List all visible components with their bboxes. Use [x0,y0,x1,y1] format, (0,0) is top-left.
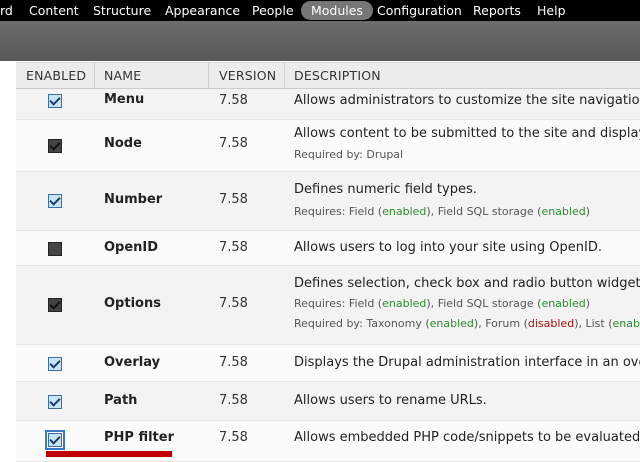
module-version: 7.58 [219,393,248,408]
module-version: 7.58 [219,430,248,445]
menu-item-help[interactable]: Help [537,0,566,21]
enable-checkbox [48,298,62,312]
module-name: Options [104,296,161,311]
enable-checkbox [48,139,62,153]
menu-item-modules[interactable]: Modules [301,1,373,20]
menu-item-reports[interactable]: Reports [473,0,521,21]
required-by: Required by: Drupal [294,148,404,161]
enable-checkbox[interactable] [48,94,62,108]
module-name: Node [104,136,142,151]
module-description: Allows users to log into your site using… [294,240,602,255]
overlay-header-band [0,21,640,61]
module-version: 7.58 [219,93,248,108]
module-description: Defines numeric field types. [294,182,477,197]
table-row-number: Number 7.58 Defines numeric field types.… [16,172,640,231]
required-by: Required by: Taxonomy (enabled), Forum (… [294,317,640,330]
module-version: 7.58 [219,296,248,311]
module-description: Displays the Drupal administration inter… [294,355,640,370]
table-row-path: Path 7.58 Allows users to rename URLs. [16,382,640,421]
table-row-node: Node 7.58 Allows content to be submitted… [16,120,640,172]
requires: Requires: Field (enabled), Field SQL sto… [294,205,591,218]
enable-checkbox [48,242,62,256]
menu-item-dashboard[interactable]: rd [0,0,13,21]
module-name: Path [104,393,138,408]
module-version: 7.58 [219,192,248,207]
module-name: Menu [104,92,145,107]
module-description: Defines selection, check box and radio b… [294,276,640,291]
enable-checkbox[interactable] [48,194,62,208]
modules-content: ENABLED NAME VERSION DESCRIPTION Menu 7.… [0,61,640,462]
col-header-version: VERSION [208,63,276,88]
table-row-options: Options 7.58 Defines selection, check bo… [16,266,640,345]
module-name: Number [104,192,163,207]
module-version: 7.58 [219,355,248,370]
module-name: OpenID [104,240,159,255]
col-header-enabled: ENABLED [26,68,87,83]
table-row-menu: Menu 7.58 Allows administrators to custo… [16,89,640,120]
requires: Requires: Field (enabled), Field SQL sto… [294,297,591,310]
module-name: Overlay [104,355,161,370]
menu-item-configuration[interactable]: Configuration [377,0,462,21]
highlight-underline [46,451,172,457]
admin-toolbar: rd Content Structure Appearance People M… [0,0,640,21]
modules-table: ENABLED NAME VERSION DESCRIPTION Menu 7.… [16,62,640,462]
enable-checkbox[interactable] [48,357,62,371]
module-version: 7.58 [219,240,248,255]
table-header: ENABLED NAME VERSION DESCRIPTION [16,62,640,89]
col-header-name[interactable]: NAME [94,63,141,88]
menu-item-structure[interactable]: Structure [93,0,151,21]
module-description: Allows administrators to customize the s… [294,93,640,108]
enable-checkbox[interactable] [48,395,62,409]
menu-item-people[interactable]: People [252,0,294,21]
table-row-overlay: Overlay 7.58 Displays the Drupal adminis… [16,345,640,382]
col-header-description: DESCRIPTION [284,63,381,88]
module-description: Allows users to rename URLs. [294,393,487,408]
table-row-openid: OpenID 7.58 Allows users to log into you… [16,231,640,266]
enable-checkbox[interactable] [45,430,65,450]
menu-item-content[interactable]: Content [29,0,79,21]
menu-item-appearance[interactable]: Appearance [165,0,240,21]
module-description: Allows embedded PHP code/snippets to be … [294,430,640,445]
module-description: Allows content to be submitted to the si… [294,126,640,141]
module-version: 7.58 [219,136,248,151]
module-name: PHP filter [104,430,174,445]
